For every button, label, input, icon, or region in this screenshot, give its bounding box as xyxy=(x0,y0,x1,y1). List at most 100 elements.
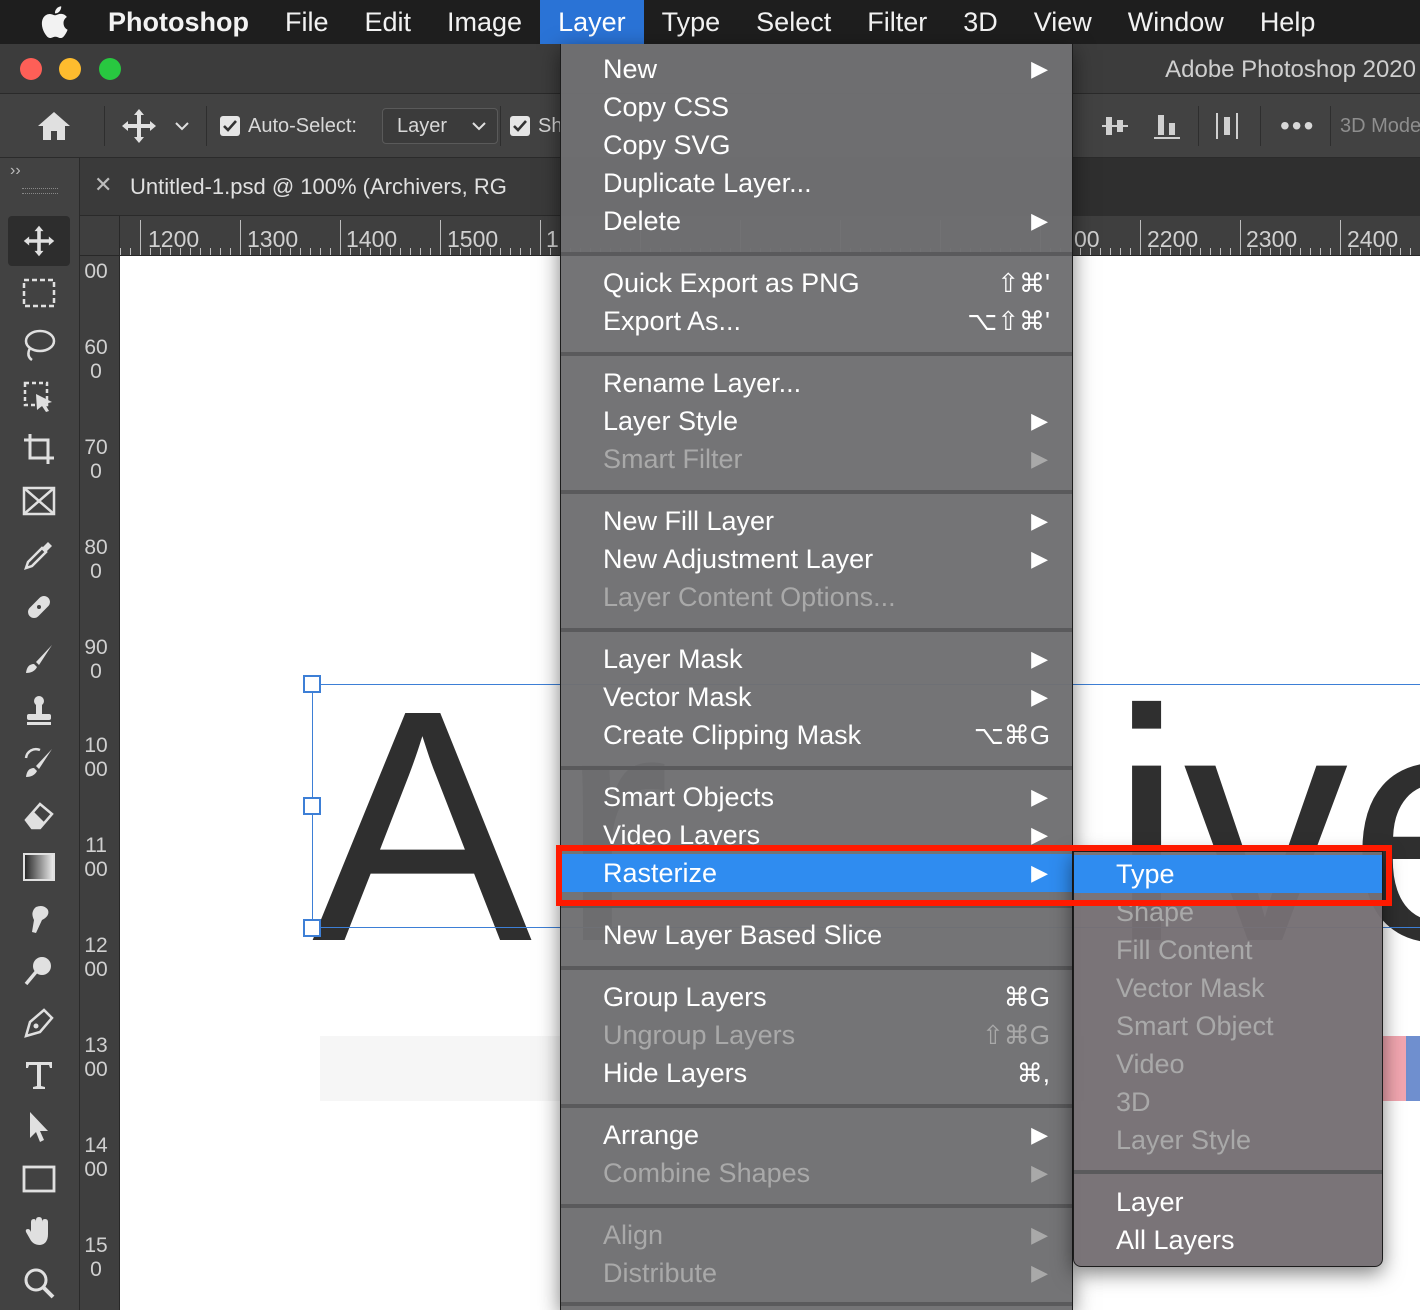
crop-tool[interactable] xyxy=(8,424,70,474)
eraser-icon xyxy=(24,802,54,830)
menu-edit[interactable]: Edit xyxy=(347,0,430,44)
healing-brush-tool[interactable] xyxy=(8,582,70,632)
frame-tool[interactable] xyxy=(8,476,70,526)
panel-grip[interactable] xyxy=(22,188,58,194)
menu-item-new-layer-based-slice[interactable]: New Layer Based Slice xyxy=(561,916,1072,954)
menu-item-new-adjustment-layer[interactable]: New Adjustment Layer ▶ xyxy=(561,540,1072,578)
eyedropper-tool[interactable] xyxy=(8,530,70,580)
transform-handle[interactable] xyxy=(303,919,321,937)
zoom-window-button[interactable] xyxy=(99,58,121,80)
history-brush-tool[interactable] xyxy=(8,738,70,788)
menu-select[interactable]: Select xyxy=(738,0,849,44)
submenu-item-video[interactable]: Video xyxy=(1074,1045,1382,1083)
menu-item-distribute[interactable]: Distribute ▶ xyxy=(561,1254,1072,1292)
menu-item-combine-shapes[interactable]: Combine Shapes ▶ xyxy=(561,1154,1072,1192)
transform-handle[interactable] xyxy=(303,675,321,693)
menu-photoshop[interactable]: Photoshop xyxy=(108,0,267,44)
document-tab[interactable]: ✕ Untitled-1.psd @ 100% (Archivers, RG xyxy=(80,158,560,216)
menu-image[interactable]: Image xyxy=(429,0,540,44)
submenu-item-3d[interactable]: 3D xyxy=(1074,1083,1382,1121)
pen-tool[interactable] xyxy=(8,998,70,1048)
submenu-item-smart-object[interactable]: Smart Object xyxy=(1074,1007,1382,1045)
menu-item-ungroup-layers[interactable]: Ungroup Layers ⇧⌘G xyxy=(561,1016,1072,1054)
vertical-ruler[interactable]: 00 600 700 800 900 1000 1100 1200 1300 1… xyxy=(80,256,120,1310)
menu-item-label: Layer xyxy=(1116,1187,1184,1217)
submenu-item-all-layers[interactable]: All Layers xyxy=(1074,1221,1382,1259)
menu-item-copy-css[interactable]: Copy CSS xyxy=(561,88,1072,126)
menu-item-smart-filter[interactable]: Smart Filter ▶ xyxy=(561,440,1072,478)
menu-item-vector-mask[interactable]: Vector Mask ▶ xyxy=(561,678,1072,716)
ruler-label: 800 xyxy=(84,536,108,583)
distribute-button[interactable] xyxy=(1212,94,1242,158)
move-tool-preset[interactable] xyxy=(120,94,190,158)
marquee-tool[interactable] xyxy=(8,268,70,318)
menu-item-hide-layers[interactable]: Hide Layers ⌘, xyxy=(561,1054,1072,1092)
smudge-tool[interactable] xyxy=(8,894,70,944)
submenu-item-vector-mask[interactable]: Vector Mask xyxy=(1074,969,1382,1007)
menu-item-label: Copy SVG xyxy=(603,130,731,160)
object-selection-tool[interactable] xyxy=(8,372,70,422)
lasso-tool[interactable] xyxy=(8,320,70,370)
menu-item-rename-layer[interactable]: Rename Layer... xyxy=(561,364,1072,402)
submenu-item-layer-style[interactable]: Layer Style xyxy=(1074,1121,1382,1159)
auto-select-checkbox[interactable] xyxy=(220,94,240,158)
clone-stamp-tool[interactable] xyxy=(8,686,70,736)
path-selection-tool[interactable] xyxy=(8,1102,70,1152)
menu-item-label: 3D xyxy=(1116,1087,1151,1117)
gradient-tool[interactable] xyxy=(8,842,70,892)
move-tool[interactable] xyxy=(8,216,70,266)
menu-item-arrange[interactable]: Arrange ▶ xyxy=(561,1116,1072,1154)
menu-item-layer-mask[interactable]: Layer Mask ▶ xyxy=(561,640,1072,678)
home-button[interactable] xyxy=(36,94,72,158)
menu-separator xyxy=(561,1302,1072,1306)
submenu-arrow-icon: ▶ xyxy=(1031,1222,1048,1247)
menu-type[interactable]: Type xyxy=(644,0,739,44)
collapse-panel-icon[interactable]: ›› xyxy=(10,162,21,180)
menu-item-delete[interactable]: Delete ▶ xyxy=(561,202,1072,240)
dodge-tool[interactable] xyxy=(8,946,70,996)
menu-view[interactable]: View xyxy=(1016,0,1110,44)
menu-filter[interactable]: Filter xyxy=(849,0,945,44)
align-vertical-centers-button[interactable] xyxy=(1100,94,1130,158)
menu-item-align[interactable]: Align ▶ xyxy=(561,1216,1072,1254)
transform-handle[interactable] xyxy=(303,797,321,815)
apple-icon[interactable] xyxy=(0,5,108,39)
menu-item-group-layers[interactable]: Group Layers ⌘G xyxy=(561,978,1072,1016)
close-window-button[interactable] xyxy=(20,58,42,80)
move-icon xyxy=(122,109,156,143)
menu-file[interactable]: File xyxy=(267,0,347,44)
hand-tool[interactable] xyxy=(8,1206,70,1256)
rectangle-tool[interactable] xyxy=(8,1154,70,1204)
menu-item-new-fill-layer[interactable]: New Fill Layer ▶ xyxy=(561,502,1072,540)
menu-item-layer-content-options[interactable]: Layer Content Options... xyxy=(561,578,1072,616)
brush-tool[interactable] xyxy=(8,634,70,684)
show-transform-checkbox[interactable]: Sh xyxy=(510,94,562,158)
submenu-item-fill-content[interactable]: Fill Content xyxy=(1074,931,1382,969)
type-tool[interactable] xyxy=(8,1050,70,1100)
ruler-origin[interactable] xyxy=(80,216,120,256)
menu-item-label: Create Clipping Mask xyxy=(603,720,862,750)
menu-item-new[interactable]: New ▶ xyxy=(561,50,1072,88)
menu-help[interactable]: Help xyxy=(1242,0,1334,44)
menu-item-copy-svg[interactable]: Copy SVG xyxy=(561,126,1072,164)
more-options-icon[interactable]: ••• xyxy=(1280,94,1315,158)
menu-item-duplicate-layer[interactable]: Duplicate Layer... xyxy=(561,164,1072,202)
menu-layer[interactable]: Layer xyxy=(540,0,644,44)
menu-item-create-clipping-mask[interactable]: Create Clipping Mask ⌥⌘G xyxy=(561,716,1072,754)
menu-item-quick-export[interactable]: Quick Export as PNG ⇧⌘' xyxy=(561,264,1072,302)
menu-item-export-as[interactable]: Export As... ⌥⇧⌘' xyxy=(561,302,1072,340)
menu-item-layer-style[interactable]: Layer Style ▶ xyxy=(561,402,1072,440)
auto-select-dropdown[interactable]: Layer xyxy=(382,108,499,144)
close-document-icon[interactable]: ✕ xyxy=(94,172,112,198)
tab-bar-background xyxy=(1072,158,1420,216)
menu-item-smart-objects[interactable]: Smart Objects ▶ xyxy=(561,778,1072,816)
minimize-window-button[interactable] xyxy=(59,58,81,80)
checkbox-checked-icon xyxy=(220,116,240,136)
menu-3d[interactable]: 3D xyxy=(945,0,1016,44)
menu-window[interactable]: Window xyxy=(1110,0,1242,44)
align-bottom-button[interactable] xyxy=(1152,94,1182,158)
zoom-tool[interactable] xyxy=(8,1258,70,1308)
submenu-item-layer[interactable]: Layer xyxy=(1074,1183,1382,1221)
pen-icon xyxy=(24,1008,54,1038)
eraser-tool[interactable] xyxy=(8,790,70,840)
